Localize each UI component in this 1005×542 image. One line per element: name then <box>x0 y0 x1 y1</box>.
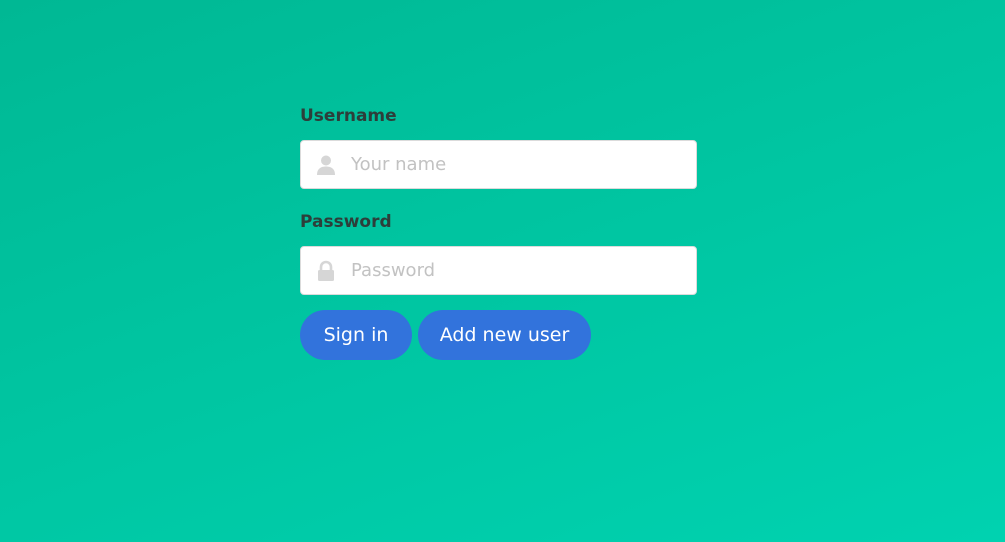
password-field <box>300 246 697 295</box>
user-icon <box>315 154 337 176</box>
username-field <box>300 140 697 189</box>
lock-icon <box>315 260 337 282</box>
password-input[interactable] <box>351 247 681 294</box>
sign-in-button[interactable]: Sign in <box>300 310 412 360</box>
add-new-user-button[interactable]: Add new user <box>418 310 591 360</box>
password-label: Password <box>300 212 392 232</box>
form-buttons: Sign in Add new user <box>300 310 697 360</box>
username-input[interactable] <box>351 141 681 188</box>
login-form: Username Password Sign in Add new user <box>300 104 697 360</box>
username-label: Username <box>300 106 397 126</box>
